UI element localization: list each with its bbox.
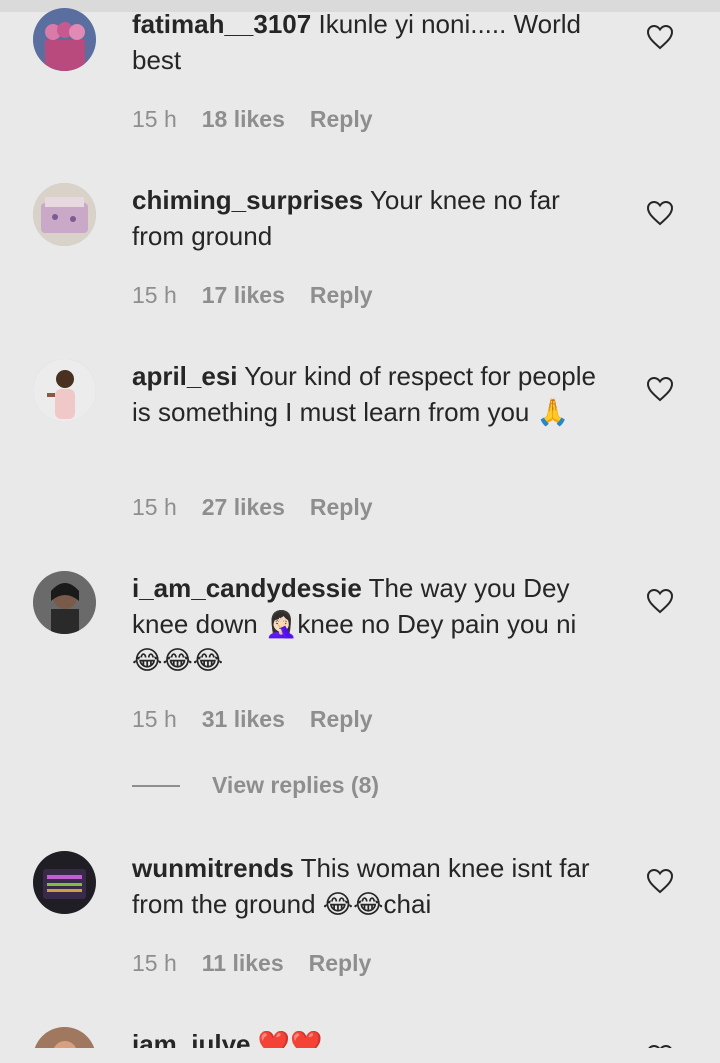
avatar[interactable] [33, 851, 96, 914]
reply-button[interactable]: Reply [310, 494, 373, 521]
replies-divider [132, 784, 180, 787]
heart-outline-icon[interactable] [646, 868, 674, 894]
heart-outline-icon[interactable] [646, 24, 674, 50]
comment-time: 15 h [132, 282, 177, 308]
avatar[interactable] [33, 8, 96, 71]
comments-screen: fatimah__3107 Ikunle yi noni..... World … [0, 0, 720, 1063]
heart-outline-icon[interactable] [646, 376, 674, 402]
comment-likes[interactable]: 11 likes [202, 950, 284, 977]
view-replies-label[interactable]: View replies (8) [212, 772, 379, 799]
avatar[interactable] [33, 183, 96, 246]
comment-text: april_esi Your kind of respect for peopl… [132, 358, 610, 430]
comment-meta: 15 h 11 likes Reply [132, 950, 371, 977]
comment-username[interactable]: chiming_surprises [132, 185, 363, 215]
comment-meta: 15 h 31 likes Reply [132, 706, 373, 733]
comment-meta: 15 h 18 likes Reply [132, 106, 373, 133]
heart-outline-icon[interactable] [646, 588, 674, 614]
comment-likes[interactable]: 17 likes [202, 282, 285, 309]
comment-likes[interactable]: 27 likes [202, 494, 285, 521]
comment-meta: 15 h 27 likes Reply [132, 494, 373, 521]
comment-text: wunmitrends This woman knee isnt far fro… [132, 850, 610, 922]
avatar[interactable] [33, 359, 96, 422]
avatar[interactable] [33, 571, 96, 634]
bottom-edge [0, 1048, 720, 1063]
comment-time: 15 h [132, 950, 177, 976]
comment-username[interactable]: i_am_candydessie [132, 573, 362, 603]
comment-username[interactable]: april_esi [132, 361, 238, 391]
comment-username[interactable]: fatimah__3107 [132, 9, 311, 39]
comment-time: 15 h [132, 706, 177, 732]
reply-button[interactable]: Reply [309, 950, 372, 977]
comment-likes[interactable]: 18 likes [202, 106, 285, 133]
comment-text: i_am_candydessie The way you Dey knee do… [132, 570, 610, 678]
comment-likes[interactable]: 31 likes [202, 706, 285, 733]
comment-text: fatimah__3107 Ikunle yi noni..... World … [132, 6, 610, 78]
reply-button[interactable]: Reply [310, 706, 373, 733]
reply-button[interactable]: Reply [310, 282, 373, 309]
view-replies-button[interactable]: View replies (8) [132, 772, 379, 799]
comment-text: chiming_surprises Your knee no far from … [132, 182, 610, 254]
heart-outline-icon[interactable] [646, 200, 674, 226]
comment-time: 15 h [132, 106, 177, 132]
reply-button[interactable]: Reply [310, 106, 373, 133]
comment-meta: 15 h 17 likes Reply [132, 282, 373, 309]
comment-username[interactable]: wunmitrends [132, 853, 294, 883]
comment-time: 15 h [132, 494, 177, 520]
